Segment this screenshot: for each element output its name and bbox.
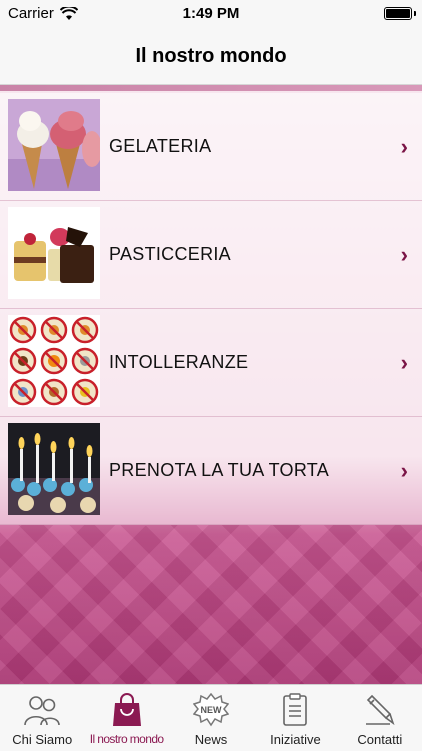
content-area: GELATERIA › PASTICCERIA › INTOLLERANZE ›…: [0, 85, 422, 684]
background-pattern: [0, 525, 422, 684]
page-title: Il nostro mondo: [135, 44, 287, 67]
birthday-cake-thumbnail: [8, 423, 100, 515]
pastry-thumbnail: [8, 207, 100, 299]
tab-iniziative[interactable]: Iniziative: [253, 685, 337, 751]
tab-label: Il nostro mondo: [89, 732, 164, 746]
list-item-label: PASTICCERIA: [109, 244, 231, 264]
status-bar: Carrier 1:49 PM: [0, 0, 422, 28]
list-item-label: GELATERIA: [109, 136, 212, 156]
chevron-right-icon: ›: [400, 241, 408, 267]
allergen-icons-thumbnail: [8, 315, 100, 407]
battery-icon: [384, 7, 412, 20]
list-item-pasticceria[interactable]: PASTICCERIA ›: [0, 201, 422, 309]
list-item-gelateria[interactable]: GELATERIA ›: [0, 93, 422, 201]
tab-news[interactable]: NEW News: [169, 685, 253, 751]
tab-label: Iniziative: [270, 732, 321, 747]
people-icon: [23, 693, 61, 727]
new-badge-text: NEW: [201, 705, 223, 715]
tab-il-nostro-mondo[interactable]: Il nostro mondo: [84, 685, 168, 751]
gelato-thumbnail: [8, 99, 100, 191]
navigation-bar: Il nostro mondo: [0, 28, 422, 85]
document-icon: [281, 693, 309, 727]
pencil-icon: [364, 693, 396, 727]
tab-chi-siamo[interactable]: Chi Siamo: [0, 685, 84, 751]
list-item-label: PRENOTA LA TUA TORTA: [109, 460, 330, 480]
tab-contatti[interactable]: Contatti: [338, 685, 422, 751]
chevron-right-icon: ›: [400, 133, 408, 159]
tab-label: News: [194, 732, 228, 747]
tab-label: Contatti: [357, 732, 403, 747]
list-item-prenota-torta[interactable]: PRENOTA LA TUA TORTA ›: [0, 417, 422, 525]
chevron-right-icon: ›: [400, 457, 408, 483]
chevron-right-icon: ›: [400, 349, 408, 375]
decorative-stripe: [0, 85, 422, 91]
new-badge-icon: NEW: [193, 693, 230, 727]
list-item-label: INTOLLERANZE: [109, 352, 249, 372]
clock: 1:49 PM: [182, 5, 240, 22]
battery-tip: [414, 11, 416, 16]
bag-icon: [112, 693, 142, 727]
list-item-intolleranze[interactable]: INTOLLERANZE ›: [0, 309, 422, 417]
tab-bar: Chi Siamo Il nostro mondo NEW News Inizi…: [0, 684, 422, 751]
tab-label: Chi Siamo: [12, 732, 73, 747]
category-list: GELATERIA › PASTICCERIA › INTOLLERANZE ›…: [0, 93, 422, 525]
